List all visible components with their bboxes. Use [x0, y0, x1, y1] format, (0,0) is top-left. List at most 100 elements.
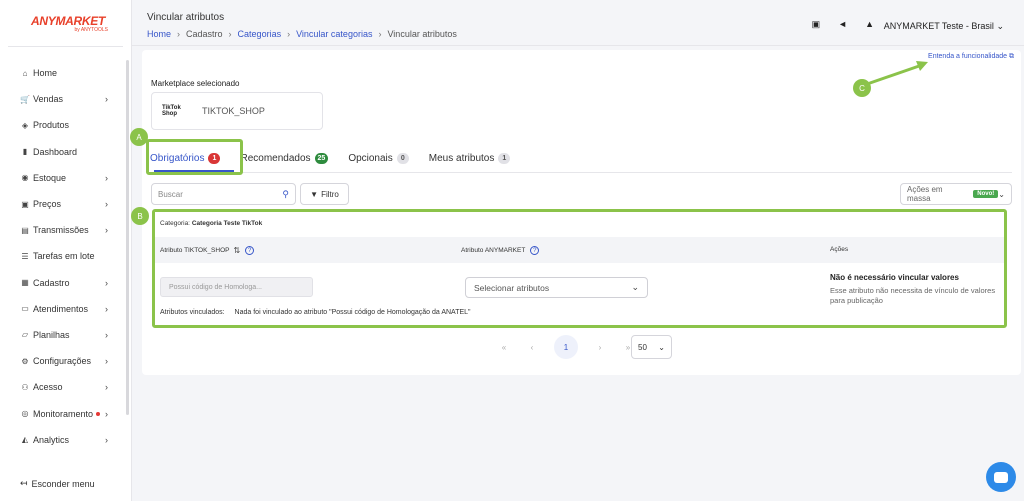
- chevron-right-icon: ›: [105, 225, 108, 236]
- money-icon: ▣: [21, 199, 29, 209]
- next-page-button[interactable]: ›: [586, 343, 614, 352]
- top-header: Vincular atributos Home › Cadastro › Cat…: [132, 0, 1024, 46]
- sidebar-item-label: Analytics: [33, 434, 70, 445]
- analytics-icon: ◭: [21, 435, 29, 445]
- first-page-button[interactable]: «: [490, 343, 518, 352]
- marketplace-name: TIKTOK_SHOP: [202, 106, 265, 116]
- sidebar-item-label: Transmissões: [33, 225, 89, 236]
- sidebar-item-vendas[interactable]: 🛒 Vendas ›: [0, 86, 124, 112]
- bar-chart-icon: ▮: [22, 147, 28, 157]
- filter-label: Filtro: [321, 189, 339, 199]
- marketplace-box: TikTok Shop TIKTOK_SHOP: [151, 92, 323, 130]
- count-badge: 25: [314, 152, 329, 164]
- home-icon: ⌂: [22, 68, 28, 78]
- sidebar-item-analytics[interactable]: ◭ Analytics ›: [0, 427, 124, 453]
- cart-icon: 🛒: [20, 94, 30, 104]
- breadcrumb-cadastro: Cadastro: [186, 29, 223, 39]
- sidebar-item-acesso[interactable]: ⚇ Acesso ›: [0, 374, 124, 400]
- filter-icon: ▼: [310, 189, 319, 199]
- notification-dot: [96, 412, 101, 417]
- store-icon[interactable]: ▲: [865, 19, 874, 30]
- tab-meus-atributos[interactable]: Meus atributos 1: [429, 152, 511, 164]
- chevron-right-icon: ›: [105, 172, 108, 183]
- brand-logo[interactable]: ANYMARKET by ANYTOOLS: [28, 14, 108, 33]
- users-icon: ⚇: [21, 382, 29, 392]
- filter-button[interactable]: ▼ Filtro: [300, 183, 349, 205]
- chat-button[interactable]: [986, 462, 1016, 492]
- breadcrumb-vincular-categorias[interactable]: Vincular categorias: [296, 29, 372, 39]
- sidebar-item-atendimentos[interactable]: ▭ Atendimentos ›: [0, 296, 124, 322]
- megaphone-icon[interactable]: ◄: [838, 19, 847, 30]
- sidebar-item-cadastro[interactable]: ▦ Cadastro ›: [0, 270, 124, 296]
- sidebar-item-monitoramento[interactable]: ◎ Monitoramento ›: [0, 400, 124, 426]
- tab-label: Opcionais: [348, 152, 393, 164]
- chevron-right-icon: ›: [105, 303, 108, 314]
- collapse-arrow-icon: ↤: [20, 478, 28, 488]
- sidebar-item-home[interactable]: ⌂ Home: [0, 60, 124, 86]
- breadcrumb-separator-icon: ›: [287, 29, 291, 39]
- user-name: ANYMARKET Teste - Brasil: [883, 21, 994, 31]
- monitor-icon: ◎: [21, 409, 29, 419]
- sidebar-item-label: Configurações: [33, 356, 92, 367]
- annotation-box-b: [152, 209, 1007, 328]
- chevron-right-icon: ›: [105, 434, 108, 445]
- hide-menu-button[interactable]: ↤ Esconder menu: [20, 478, 95, 489]
- tab-opcionais[interactable]: Opcionais 0: [348, 152, 409, 164]
- tab-recomendados[interactable]: Recomendados 25: [240, 152, 329, 164]
- sidebar-item-label: Preços: [33, 199, 62, 210]
- pagination: « ‹ 1 › »: [490, 335, 642, 359]
- hide-menu-label: Esconder menu: [31, 478, 95, 489]
- box-icon: ◉: [21, 173, 29, 183]
- sidebar-item-label: Cadastro: [33, 277, 70, 288]
- search-placeholder: Buscar: [158, 189, 183, 199]
- search-icon[interactable]: ⚲: [282, 189, 289, 200]
- list-icon: ☰: [21, 251, 29, 261]
- sidebar: ANYMARKET by ANYTOOLS ⌂ Home 🛒 Vendas › ◈ Prod…: [0, 0, 132, 501]
- export-icon[interactable]: ▣: [812, 19, 821, 30]
- tabs-divider: [150, 172, 1012, 173]
- sidebar-scrollbar[interactable]: [126, 60, 129, 415]
- breadcrumb-separator-icon: ›: [177, 29, 181, 39]
- new-badge: Novo!: [973, 190, 999, 198]
- sidebar-item-pre-os[interactable]: ▣ Preços ›: [0, 191, 124, 217]
- sidebar-item-label: Dashboard: [33, 146, 78, 157]
- brand-name: ANYMARKET: [31, 14, 105, 28]
- breadcrumb-home[interactable]: Home: [147, 29, 171, 39]
- annotation-marker-a: A: [130, 128, 148, 146]
- breadcrumb: Home › Cadastro › Categorias › Vincular …: [147, 29, 457, 39]
- search-input[interactable]: Buscar ⚲: [151, 183, 296, 205]
- help-link[interactable]: Entenda a funcionalidade ⧉: [928, 53, 1014, 61]
- sidebar-item-label: Acesso: [33, 382, 63, 393]
- chat-icon: ▭: [21, 304, 29, 314]
- page-title: Vincular atributos: [147, 12, 225, 23]
- breadcrumb-categorias[interactable]: Categorias: [238, 29, 282, 39]
- chevron-right-icon: ›: [105, 408, 108, 419]
- sidebar-nav: ⌂ Home 🛒 Vendas › ◈ Produtos ▮ Dashboard ◉ Estoque…: [0, 60, 124, 453]
- annotation-arrow: [868, 61, 928, 85]
- tiktok-shop-logo: TikTok Shop: [162, 105, 181, 117]
- user-menu[interactable]: ANYMARKET Teste - Brasil ⌄: [884, 21, 1004, 32]
- sidebar-item-configura-es[interactable]: ⚙ Configurações ›: [0, 348, 124, 374]
- tab-label: Recomendados: [240, 152, 311, 164]
- sidebar-item-planilhas[interactable]: ▱ Planilhas ›: [0, 322, 124, 348]
- sidebar-item-transmiss-es[interactable]: ▤ Transmissões ›: [0, 217, 124, 243]
- per-page-select[interactable]: 50 ⌄: [631, 335, 672, 359]
- sidebar-item-dashboard[interactable]: ▮ Dashboard: [0, 139, 124, 165]
- annotation-box-a: [146, 139, 243, 175]
- page-1-button[interactable]: 1: [554, 335, 578, 359]
- sidebar-item-produtos[interactable]: ◈ Produtos: [0, 112, 124, 138]
- marketplace-label: Marketplace selecionado: [151, 79, 240, 88]
- count-badge: 1: [498, 152, 511, 164]
- sidebar-divider: [8, 46, 123, 47]
- sidebar-item-tarefas-em-lote[interactable]: ☰ Tarefas em lote: [0, 243, 124, 269]
- tag-icon: ◈: [21, 120, 29, 130]
- sidebar-item-label: Planilhas: [33, 329, 70, 340]
- sidebar-item-estoque[interactable]: ◉ Estoque ›: [0, 165, 124, 191]
- prev-page-button[interactable]: ‹: [518, 343, 546, 352]
- breadcrumb-separator-icon: ›: [378, 29, 382, 39]
- chevron-right-icon: ›: [105, 199, 108, 210]
- bulk-actions-dropdown[interactable]: Ações em massa Novo! ⌄: [900, 183, 1012, 205]
- breadcrumb-current: Vincular atributos: [387, 29, 457, 39]
- register-icon: ▦: [21, 278, 29, 288]
- sidebar-item-label: Produtos: [33, 120, 70, 131]
